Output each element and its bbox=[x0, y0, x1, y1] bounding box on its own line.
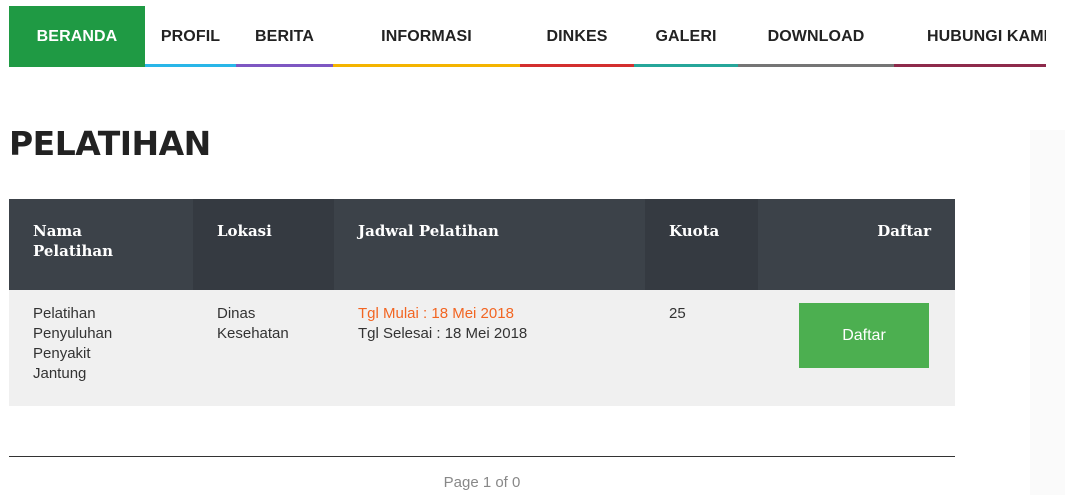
nav-item-hubungi-kami[interactable]: HUBUNGI KAMI bbox=[894, 6, 1046, 67]
column-header-nama: Nama Pelatihan bbox=[9, 199, 193, 290]
nav-item-berita[interactable]: BERITA bbox=[236, 6, 333, 67]
divider bbox=[9, 456, 955, 457]
training-table: Nama Pelatihan Lokasi Jadwal Pelatihan K… bbox=[9, 199, 955, 406]
nav-label: GALERI bbox=[655, 27, 717, 45]
header-text: Jadwal Pelatihan bbox=[358, 222, 499, 240]
cell-text: Penyuluhan bbox=[33, 325, 113, 342]
nav-underline bbox=[738, 64, 894, 67]
header-text: Nama bbox=[33, 222, 83, 240]
pagination-text: Page 1 of 0 bbox=[443, 474, 521, 491]
header-text: Daftar bbox=[877, 222, 931, 240]
nav-underline bbox=[333, 64, 520, 67]
nav-label: DOWNLOAD bbox=[767, 27, 865, 45]
sidebar-panel bbox=[1030, 130, 1065, 495]
cell-kuota: 25 bbox=[645, 290, 758, 324]
nav-label: INFORMASI bbox=[381, 27, 472, 45]
nav-label: PROFIL bbox=[160, 27, 221, 45]
cell-lokasi: Dinas Kesehatan bbox=[193, 290, 334, 344]
schedule-end-date: Tgl Selesai : 18 Mei 2018 bbox=[358, 325, 528, 342]
header-text: Pelatihan bbox=[33, 242, 113, 260]
schedule-start-date: Tgl Mulai : 18 Mei 2018 bbox=[358, 305, 514, 322]
nav-item-profil[interactable]: PROFIL bbox=[145, 6, 236, 67]
nav-item-download[interactable]: DOWNLOAD bbox=[738, 6, 894, 67]
header-text: Lokasi bbox=[217, 222, 272, 240]
cell-nama: Pelatihan Penyuluhan Penyakit Jantung bbox=[9, 290, 193, 384]
nav-label: BERITA bbox=[255, 27, 314, 45]
column-header-kuota: Kuota bbox=[645, 199, 758, 290]
nav-underline bbox=[520, 64, 634, 67]
nav-item-dinkes[interactable]: DINKES bbox=[520, 6, 634, 67]
column-header-daftar: Daftar bbox=[758, 199, 955, 290]
nav-underline bbox=[145, 64, 236, 67]
column-header-jadwal: Jadwal Pelatihan bbox=[334, 199, 645, 290]
page-title: PELATIHAN bbox=[9, 124, 211, 163]
main-nav: BERANDA PROFIL BERITA INFORMASI DINKES G… bbox=[9, 6, 1046, 70]
header-text: Kuota bbox=[669, 222, 720, 240]
nav-label: HUBUNGI KAMI bbox=[927, 27, 1046, 45]
nav-underline bbox=[236, 64, 333, 67]
nav-label: DINKES bbox=[546, 27, 608, 45]
column-header-lokasi: Lokasi bbox=[193, 199, 334, 290]
nav-item-beranda[interactable]: BERANDA bbox=[9, 6, 145, 67]
cell-text: Pelatihan bbox=[33, 305, 96, 322]
table-row: Pelatihan Penyuluhan Penyakit Jantung Di… bbox=[9, 290, 955, 406]
nav-label: BERANDA bbox=[36, 27, 118, 45]
cell-text: Dinas bbox=[217, 305, 256, 322]
cell-text: Kesehatan bbox=[217, 325, 289, 342]
cell-text: Jantung bbox=[33, 365, 87, 382]
cell-jadwal: Tgl Mulai : 18 Mei 2018 Tgl Selesai : 18… bbox=[334, 290, 645, 344]
cell-text: Penyakit bbox=[33, 345, 91, 362]
table-header: Nama Pelatihan Lokasi Jadwal Pelatihan K… bbox=[9, 199, 955, 290]
register-button[interactable]: Daftar bbox=[799, 303, 929, 368]
nav-item-galeri[interactable]: GALERI bbox=[634, 6, 738, 67]
quota-value: 25 bbox=[669, 305, 686, 322]
nav-underline bbox=[894, 64, 1046, 67]
nav-underline bbox=[634, 64, 738, 67]
nav-item-informasi[interactable]: INFORMASI bbox=[333, 6, 520, 67]
